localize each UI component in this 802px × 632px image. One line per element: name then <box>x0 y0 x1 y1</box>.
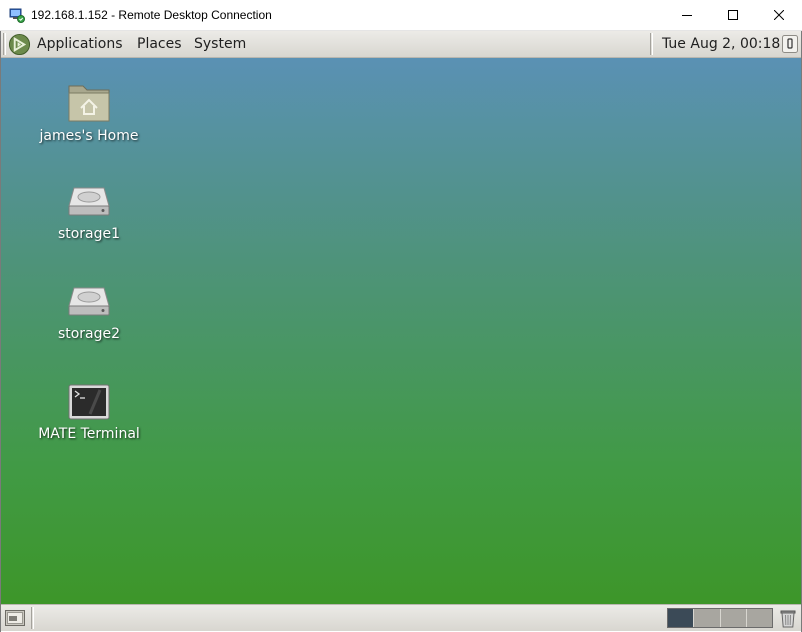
hard-drive-icon <box>68 287 110 316</box>
workspace-4[interactable] <box>746 609 772 627</box>
desktop-icon-storage2[interactable]: storage2 <box>34 282 144 342</box>
terminal-icon <box>68 384 110 420</box>
maximize-icon <box>728 10 738 20</box>
remote-desktop-icon <box>9 8 25 23</box>
desktop-icon-home[interactable]: james's Home <box>34 80 144 144</box>
panel-handle[interactable] <box>650 33 653 55</box>
minimize-icon <box>682 15 692 16</box>
workspace-2[interactable] <box>694 609 721 627</box>
notification-icon[interactable] <box>782 35 798 53</box>
workspace-1[interactable] <box>668 609 695 627</box>
window-title: 192.168.1.152 - Remote Desktop Connectio… <box>31 8 272 22</box>
desktop-icon-label: storage2 <box>57 326 121 342</box>
menu-system[interactable]: System <box>194 36 246 52</box>
top-panel: Applications Places System Tue Aug 2, 00… <box>1 31 801 58</box>
desktop-icon-label: MATE Terminal <box>38 426 140 442</box>
workspace-switcher[interactable] <box>667 608 773 628</box>
desktop-icon-storage1[interactable]: storage1 <box>34 182 144 242</box>
close-button[interactable] <box>756 0 802 30</box>
clock[interactable]: Tue Aug 2, 00:18 <box>662 36 780 52</box>
window-title-bar[interactable]: 192.168.1.152 - Remote Desktop Connectio… <box>0 0 802 31</box>
panel-handle[interactable] <box>31 607 34 629</box>
panel-handle[interactable] <box>3 33 6 55</box>
bottom-panel <box>1 604 801 631</box>
hard-drive-icon <box>68 187 110 216</box>
home-folder-icon <box>68 85 110 122</box>
menu-places[interactable]: Places <box>137 36 182 52</box>
desktop-icon-label: storage1 <box>57 226 121 242</box>
minimize-button[interactable] <box>664 0 710 30</box>
show-desktop-icon[interactable] <box>4 608 26 628</box>
desktop[interactable]: james's Home storage1 storage2 MATE Term… <box>1 58 801 604</box>
workspace-3[interactable] <box>720 609 747 627</box>
menu-applications[interactable]: Applications <box>37 36 123 52</box>
mate-logo-icon[interactable] <box>8 33 31 56</box>
desktop-icon-terminal[interactable]: MATE Terminal <box>34 382 144 442</box>
desktop-icon-label: james's Home <box>39 128 139 144</box>
close-icon <box>774 10 784 20</box>
trash-icon[interactable] <box>778 607 798 629</box>
maximize-button[interactable] <box>710 0 756 30</box>
